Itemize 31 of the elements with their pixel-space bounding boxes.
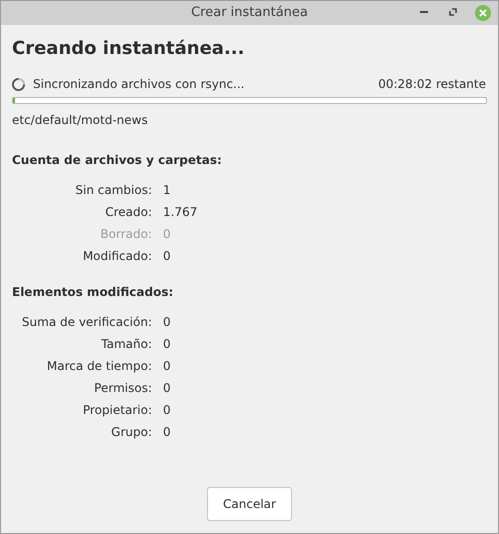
field-label: Sin cambios: [75, 182, 152, 199]
field-value: 0 [163, 424, 171, 441]
field-value: 0 [163, 380, 171, 397]
field-label: Modificado: [82, 248, 152, 265]
maximize-icon[interactable] [449, 8, 457, 16]
field-label: Marca de tiempo: [46, 358, 152, 375]
minimize-icon[interactable] [420, 11, 428, 14]
field-value: 0 [163, 314, 171, 331]
section-heading: Elementos modificados: [12, 284, 174, 301]
progress-heading: Creando instantánea... [12, 37, 246, 61]
field-value: 0 [163, 402, 171, 419]
time-remaining: 00:28:02 restante [378, 76, 486, 93]
field-label: Creado: [105, 204, 152, 221]
field-value: 0 [163, 336, 171, 353]
field-value: 1 [163, 182, 171, 199]
field-value: 1.767 [163, 204, 198, 221]
field-label: Grupo: [111, 424, 152, 441]
spinner-icon [12, 78, 25, 90]
field-value: 0 [163, 226, 171, 243]
field-value: 0 [163, 248, 171, 265]
section-heading: Cuenta de archivos y carpetas: [12, 152, 223, 169]
field-label: Borrado: [100, 226, 152, 243]
field-label: Tamaño: [101, 336, 152, 353]
window-title: Crear instantánea [191, 4, 308, 22]
current-file-path: etc/default/motd-news [12, 112, 149, 129]
field-label: Suma de verificación: [22, 314, 152, 331]
status-text: Sincronizando archivos con rsync... [33, 76, 244, 93]
cancel-button[interactable]: Cancelar [207, 487, 292, 521]
field-value: 0 [163, 358, 171, 375]
field-label: Permisos: [94, 380, 152, 397]
field-label: Propietario: [82, 402, 152, 419]
